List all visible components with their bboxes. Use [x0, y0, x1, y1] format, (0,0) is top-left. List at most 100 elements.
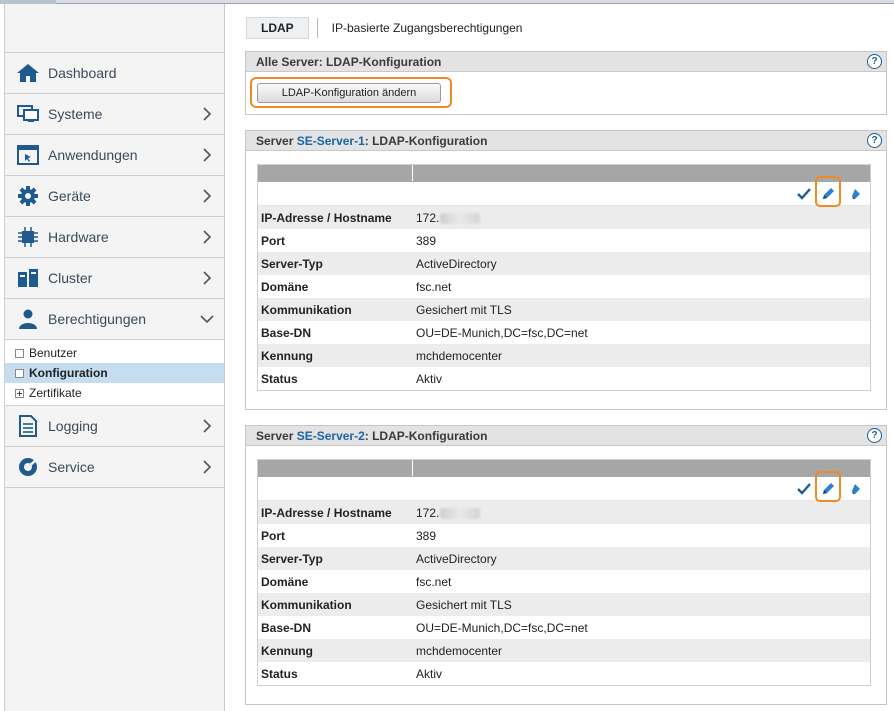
- server-name-link[interactable]: SE-Server-1: [297, 134, 365, 148]
- chevron-right-icon: [203, 419, 212, 433]
- chevron-right-icon: [203, 107, 212, 121]
- ldap-config-table: IP-Adresse / Hostname 172. Port 389 Server…: [257, 164, 871, 391]
- panel-title-suffix: : LDAP-Konfiguration: [364, 428, 488, 443]
- expand-plus-icon[interactable]: [15, 388, 24, 398]
- sidebar-subitem-label: Zertifikate: [29, 386, 82, 400]
- row-value: fsc.net: [416, 574, 452, 589]
- cluster-icon: [15, 266, 41, 290]
- row-key: Server-Typ: [261, 256, 323, 271]
- table-header: [258, 460, 870, 477]
- table-row: Kommunikation Gesichert mit TLS: [258, 298, 870, 321]
- row-key: Base-DN: [261, 325, 312, 340]
- sidebar-item-anwendungen[interactable]: Anwendungen: [5, 135, 224, 176]
- row-value: ActiveDirectory: [416, 551, 497, 566]
- panel-title-prefix: Server: [256, 133, 294, 148]
- sidebar-item-berechtigungen[interactable]: Berechtigungen: [5, 299, 224, 340]
- chevron-right-icon: [203, 230, 212, 244]
- chevron-right-icon: [203, 460, 212, 474]
- table-row: Domäne fsc.net: [258, 275, 870, 298]
- main-content: LDAP IP-basierte Zugangsberechtigungen A…: [232, 4, 894, 711]
- row-key: Port: [261, 528, 285, 543]
- tree-node-icon: [15, 368, 24, 378]
- table-row: Base-DN OU=DE-Munich,DC=fsc,DC=net: [258, 616, 870, 639]
- table-header: [258, 165, 870, 182]
- sidebar-spacer: [5, 4, 224, 53]
- table-row: Server-Typ ActiveDirectory: [258, 547, 870, 570]
- tab-ip-access[interactable]: IP-basierte Zugangsberechtigungen: [318, 21, 523, 35]
- row-key: Server-Typ: [261, 551, 323, 566]
- panel-title-prefix: Server: [256, 428, 294, 443]
- sidebar-item-dashboard[interactable]: Dashboard: [5, 53, 224, 94]
- sidebar-item-label: Geräte: [48, 188, 91, 204]
- sidebar-item-label: Dashboard: [48, 65, 117, 81]
- row-value: Aktiv: [416, 371, 443, 386]
- table-row: IP-Adresse / Hostname 172.: [258, 206, 870, 229]
- chip-icon: [15, 225, 41, 249]
- table-row: Port 389: [258, 229, 870, 252]
- chevron-right-icon: [203, 148, 212, 162]
- row-key: Port: [261, 233, 285, 248]
- berechtigungen-submenu: Benutzer Konfiguration Zertifikate: [5, 340, 224, 406]
- tab-ldap[interactable]: LDAP: [246, 17, 309, 39]
- sidebar-item-label: Hardware: [48, 229, 109, 245]
- help-icon[interactable]: ?: [867, 54, 882, 69]
- panel-title: Alle Server: LDAP-Konfiguration: [256, 54, 442, 69]
- sidebar-subitem-zertifikate[interactable]: Zertifikate: [5, 383, 224, 403]
- row-value: fsc.net: [416, 279, 452, 294]
- sidebar-item-label: Systeme: [48, 106, 103, 122]
- sidebar-item-service[interactable]: Service: [5, 447, 224, 488]
- row-key: Status: [261, 666, 298, 681]
- user-icon: [15, 307, 41, 331]
- row-key: Kennung: [261, 643, 313, 658]
- redacted-ip: [440, 212, 481, 224]
- row-value: Gesichert mit TLS: [416, 302, 512, 317]
- row-key: Domäne: [261, 279, 309, 294]
- table-row: IP-Adresse / Hostname 172.: [258, 501, 870, 524]
- edit-pencil-icon[interactable]: [819, 480, 837, 498]
- help-icon[interactable]: ?: [867, 428, 882, 443]
- gear-icon: [15, 184, 41, 208]
- sidebar-item-systeme[interactable]: Systeme: [5, 94, 224, 135]
- panel-server-2: Server SE-Server-2: LDAP-Konfiguration ?…: [245, 425, 887, 705]
- row-key: Kommunikation: [261, 597, 352, 612]
- row-value: Aktiv: [416, 666, 443, 681]
- ip-prefix: 172.: [416, 505, 440, 520]
- server-name-link[interactable]: SE-Server-2: [297, 429, 365, 443]
- help-icon[interactable]: ?: [867, 133, 882, 148]
- sidebar-item-label: Anwendungen: [48, 147, 138, 163]
- row-key: IP-Adresse / Hostname: [261, 505, 392, 520]
- row-value: 172.: [413, 505, 481, 520]
- table-row: Status Aktiv: [258, 367, 870, 390]
- eraser-icon[interactable]: [846, 480, 864, 498]
- sidebar-item-geraete[interactable]: Geräte: [5, 176, 224, 217]
- table-toolbar: [258, 471, 870, 502]
- row-value: 389: [416, 233, 437, 248]
- edit-pencil-icon[interactable]: [819, 185, 837, 203]
- table-row: Kennung mchdemocenter: [258, 639, 870, 662]
- row-value: 389: [416, 528, 437, 543]
- check-icon[interactable]: [795, 480, 813, 498]
- sidebar-item-cluster[interactable]: Cluster: [5, 258, 224, 299]
- sidebar-item-hardware[interactable]: Hardware: [5, 217, 224, 258]
- monitor-icon: [15, 102, 41, 126]
- sidebar-item-logging[interactable]: Logging: [5, 406, 224, 447]
- row-value: 172.: [413, 210, 481, 225]
- panel-header: Server SE-Server-2: LDAP-Konfiguration ?: [246, 426, 886, 446]
- row-key: Kommunikation: [261, 302, 352, 317]
- sidebar-subitem-konfiguration[interactable]: Konfiguration: [5, 363, 224, 383]
- app-window-icon: [15, 143, 41, 167]
- sidebar-subitem-benutzer[interactable]: Benutzer: [5, 343, 224, 363]
- check-icon[interactable]: [795, 185, 813, 203]
- ip-prefix: 172.: [416, 210, 440, 225]
- change-ldap-config-button[interactable]: LDAP-Konfiguration ändern: [257, 83, 441, 103]
- row-value: OU=DE-Munich,DC=fsc,DC=net: [416, 620, 588, 635]
- row-value: mchdemocenter: [416, 348, 503, 363]
- sidebar: Dashboard Systeme Anwendungen Geräte Har…: [4, 4, 225, 711]
- panel-server-1: Server SE-Server-1: LDAP-Konfiguration ?…: [245, 130, 887, 410]
- panel-title-suffix: : LDAP-Konfiguration: [364, 133, 488, 148]
- service-icon: [15, 455, 41, 479]
- row-key: Domäne: [261, 574, 309, 589]
- document-icon: [15, 414, 41, 438]
- eraser-icon[interactable]: [846, 185, 864, 203]
- chevron-down-icon: [200, 315, 214, 324]
